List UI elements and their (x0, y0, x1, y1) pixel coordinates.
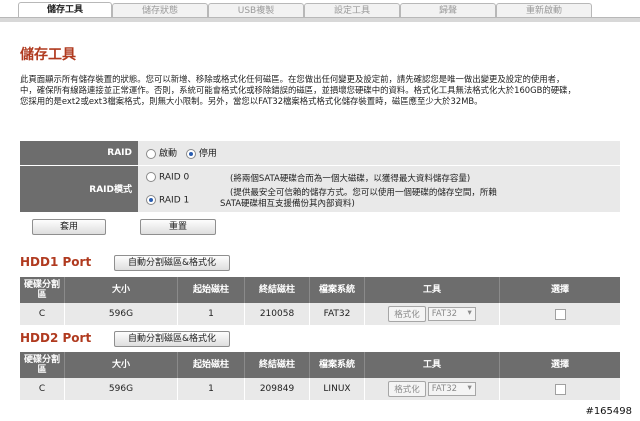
description-line: 您採用的是ext2或ext3檔案格式，則無大小限制。另外，當您以FAT32檔案格… (20, 96, 483, 106)
hdd2-port-title: HDD2 Port (20, 331, 92, 345)
tab-storage-status[interactable]: 儲存狀態 (112, 3, 208, 18)
radio-icon[interactable] (146, 148, 156, 159)
format-button[interactable]: 格式化 (388, 381, 426, 397)
description-line: 此頁面顯示所有儲存裝置的狀態。您可以新增、移除或格式化任何磁區。在您做出任何變更… (20, 74, 565, 84)
page-title: 儲存工具 (20, 47, 76, 63)
raid1-desc-line: (提供最安全可信賴的儲存方式。您可以使用一個硬碟的儲存空間，所賴 (230, 187, 497, 198)
radio-selected-icon[interactable] (146, 194, 156, 205)
start-cylinder-cell: 1 (177, 378, 245, 400)
hdd2-auto-partition-button[interactable]: 自動分割磁區&格式化 (114, 331, 230, 347)
tab-restart[interactable]: 重新啟動 (496, 3, 592, 18)
raid-enable-option[interactable]: 啟動 (146, 148, 178, 160)
column-header: 檔案系統 (309, 352, 365, 378)
select-checkbox[interactable] (554, 383, 566, 395)
raid-enable-label: 啟動 (159, 149, 178, 160)
hdd1-partition-table: 硬碟分割區 大小 起始磁柱 終結磁柱 檔案系統 工具 選擇 C 596G 1 2… (20, 277, 620, 325)
column-header: 硬碟分割區 (20, 277, 65, 303)
radio-icon[interactable] (146, 171, 156, 182)
raid1-option[interactable]: RAID 1 (提供最安全可信賴的儲存方式。您可以使用一個硬碟的儲存空間，所賴 S… (146, 188, 620, 212)
hdd2-partition-table: 硬碟分割區 大小 起始磁柱 終結磁柱 檔案系統 工具 選擇 C 596G 1 2… (20, 352, 620, 400)
size-cell: 596G (64, 378, 178, 400)
end-cylinder-cell: 209849 (244, 378, 310, 400)
raid-label: RAID (20, 141, 138, 166)
format-type-value: FAT32 (431, 309, 458, 319)
reset-button[interactable]: 重置 (140, 219, 216, 235)
chevron-down-icon: ▾ (467, 383, 472, 393)
filesystem-cell: FAT32 (309, 303, 365, 325)
column-header: 起始磁柱 (177, 277, 245, 303)
format-button[interactable]: 格式化 (388, 306, 426, 322)
raid1-label: RAID 1 (159, 195, 190, 205)
partition-cell: C (20, 378, 65, 400)
filesystem-cell: LINUX (309, 378, 365, 400)
column-header: 大小 (64, 277, 178, 303)
tab-bar: 儲存工具 儲存狀態 USB複製 設定工具 歸聲 重新啟動 (0, 0, 640, 22)
raid1-description: (提供最安全可信賴的儲存方式。您可以使用一個硬碟的儲存空間，所賴 SATA硬碟相互… (220, 187, 497, 210)
select-checkbox[interactable] (554, 308, 566, 320)
raid1-desc-line: SATA硬碟相互支援備份其內部資料) (220, 198, 355, 209)
column-header: 終結磁柱 (244, 277, 310, 303)
raid-disable-label: 停用 (198, 149, 217, 160)
tools-cell: 格式化 FAT32 ▾ (364, 378, 500, 400)
tab-shutdown[interactable]: 歸聲 (400, 3, 496, 18)
raid-disable-option[interactable]: 停用 (185, 148, 217, 160)
page-description: 此頁面顯示所有儲存裝置的狀態。您可以新增、移除或格式化任何磁區。在您做出任何變更… (20, 74, 640, 107)
raid0-option[interactable]: RAID 0 (將兩個SATA硬碟合而為一個大磁碟，以獲得最大資料儲存容量) (146, 166, 620, 188)
column-header: 大小 (64, 352, 178, 378)
radio-selected-icon[interactable] (185, 148, 196, 159)
tab-divider (0, 17, 640, 22)
column-header: 檔案系統 (309, 277, 365, 303)
column-header: 硬碟分割區 (20, 352, 65, 378)
watermark-text: #165498 (585, 406, 632, 417)
hdd1-port-title: HDD1 Port (20, 255, 92, 269)
format-type-select[interactable]: FAT32 ▾ (427, 382, 476, 396)
start-cylinder-cell: 1 (177, 303, 245, 325)
raid-mode-label: RAID模式 (20, 165, 138, 212)
column-header: 工具 (364, 352, 500, 378)
table-row: C 596G 1 210058 FAT32 格式化 FAT32 ▾ (20, 303, 620, 325)
column-header: 選擇 (499, 352, 620, 378)
chevron-down-icon: ▾ (467, 308, 472, 318)
raid0-label: RAID 0 (159, 172, 190, 182)
tab-usb-copy[interactable]: USB複製 (208, 3, 304, 18)
raid-mode-options: RAID 0 (將兩個SATA硬碟合而為一個大磁碟，以獲得最大資料儲存容量) R… (138, 165, 620, 212)
tab-settings-tools[interactable]: 設定工具 (304, 3, 400, 18)
apply-button[interactable]: 套用 (32, 219, 106, 235)
size-cell: 596G (64, 303, 178, 325)
tools-cell: 格式化 FAT32 ▾ (364, 303, 500, 325)
description-line: 中，確保所有線路連接並正常運作。否則，系統可能會格式化或移除錯誤的磁區，並損壞您… (20, 85, 576, 95)
select-cell (499, 378, 620, 400)
raid-toggle: 啟動 停用 (138, 141, 620, 166)
raid-settings-table: RAID 啟動 停用 RAID模式 RAID 0 (將兩個SATA硬碟合而為一個… (20, 141, 620, 212)
column-header: 終結磁柱 (244, 352, 310, 378)
format-type-value: FAT32 (431, 384, 458, 394)
column-header: 選擇 (499, 277, 620, 303)
column-header: 起始磁柱 (177, 352, 245, 378)
format-type-select[interactable]: FAT32 ▾ (427, 307, 476, 321)
table-row: C 596G 1 209849 LINUX 格式化 FAT32 ▾ (20, 378, 620, 400)
hdd1-auto-partition-button[interactable]: 自動分割磁區&格式化 (114, 255, 230, 271)
select-cell (499, 303, 620, 325)
end-cylinder-cell: 210058 (244, 303, 310, 325)
column-header: 工具 (364, 277, 500, 303)
partition-cell: C (20, 303, 65, 325)
raid0-description: (將兩個SATA硬碟合而為一個大磁碟，以獲得最大資料儲存容量) (230, 173, 471, 184)
